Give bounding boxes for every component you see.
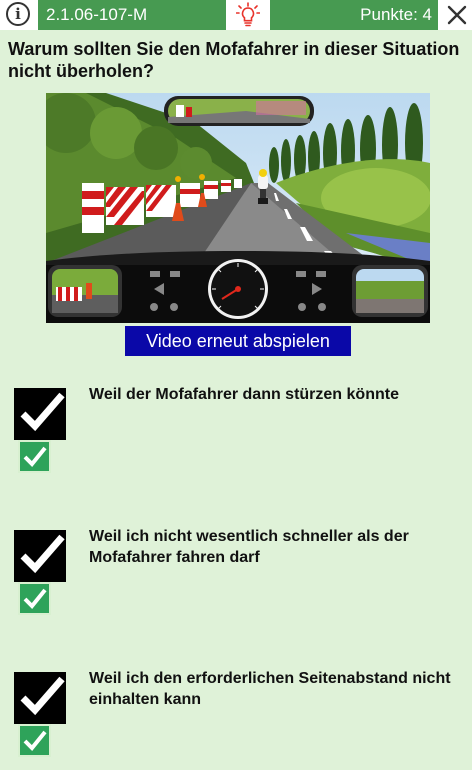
checkmark-icon: [20, 534, 65, 574]
correct-answer-indicator: [18, 582, 51, 615]
answer-option: Weil ich den erforderlichen Seitenabstan…: [0, 668, 472, 768]
answer-text: Weil der Mofafahrer dann stürzen könnte: [89, 386, 399, 403]
points-display: Punkte: 4: [270, 0, 438, 30]
hint-button[interactable]: [228, 0, 268, 30]
checkmark-icon: [23, 730, 47, 751]
lightbulb-icon: [236, 2, 260, 27]
checkmark-icon: [20, 676, 65, 716]
checkmark-icon: [23, 446, 47, 467]
answer-checkbox[interactable]: [14, 388, 66, 440]
answer-option: Weil ich nicht wesentlich schneller als …: [0, 526, 472, 626]
top-bar: i 2.1.06-107-M Punkte: 4: [0, 0, 472, 30]
answer-checkbox[interactable]: [14, 672, 66, 724]
situation-image: [46, 93, 430, 323]
situation-video[interactable]: [46, 93, 430, 323]
answer-checkbox[interactable]: [14, 530, 66, 582]
question-code: 2.1.06-107-M: [38, 0, 226, 30]
question-text: Warum sollten Sie den Mofafahrer in dies…: [8, 39, 460, 81]
close-icon: [447, 5, 467, 25]
correct-answer-indicator: [18, 724, 51, 757]
checkmark-icon: [23, 588, 47, 609]
info-icon[interactable]: i: [6, 2, 30, 26]
correct-answer-indicator: [18, 440, 51, 473]
replay-video-button[interactable]: Video erneut abspielen: [125, 326, 351, 356]
answer-text: Weil ich nicht wesentlich schneller als …: [89, 528, 409, 566]
answer-text: Weil ich den erforderlichen Seitenabstan…: [89, 670, 451, 708]
answer-option: Weil der Mofafahrer dann stürzen könnte: [0, 384, 472, 484]
close-button[interactable]: [444, 2, 470, 28]
checkmark-icon: [20, 392, 65, 432]
